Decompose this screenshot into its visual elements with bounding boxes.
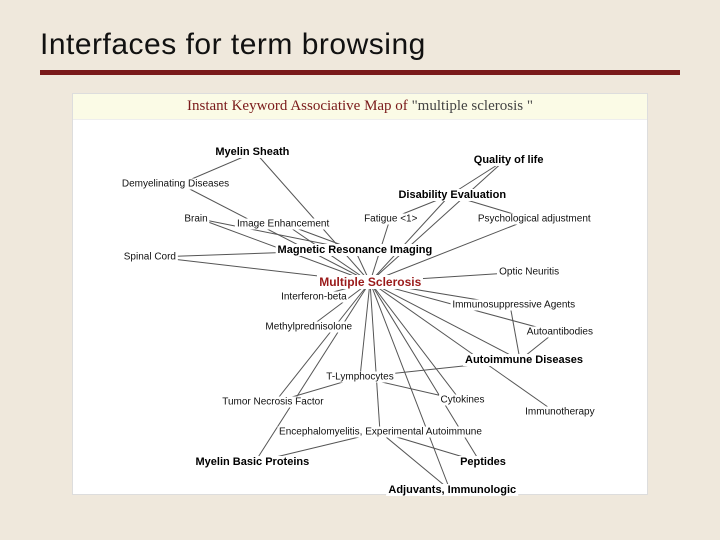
map-panel: Instant Keyword Associative Map of "mult… bbox=[72, 93, 648, 495]
edge bbox=[180, 184, 370, 282]
node-immuno-ag[interactable]: Immunosuppressive Agents bbox=[450, 300, 577, 311]
panel-heading-query: "multiple sclerosis " bbox=[412, 98, 533, 114]
title-rule bbox=[40, 70, 680, 75]
node-enceph[interactable]: Encephalomyelitis, Experimental Autoimmu… bbox=[277, 427, 484, 438]
node-autoimm[interactable]: Autoimmune Diseases bbox=[463, 354, 585, 366]
slide-title: Interfaces for term browsing bbox=[40, 28, 680, 62]
associative-map: Multiple Sclerosis Myelin Sheath Quality o… bbox=[73, 122, 647, 494]
node-psych[interactable]: Psychological adjustment bbox=[476, 214, 593, 225]
edge bbox=[510, 305, 520, 360]
edge bbox=[255, 152, 370, 282]
node-brain[interactable]: Brain bbox=[182, 214, 209, 225]
panel-heading: Instant Keyword Associative Map of "mult… bbox=[73, 94, 647, 120]
node-tnf[interactable]: Tumor Necrosis Factor bbox=[220, 396, 325, 407]
node-peptides[interactable]: Peptides bbox=[458, 456, 508, 468]
node-autoab[interactable]: Autoantibodies bbox=[525, 327, 595, 338]
edge bbox=[370, 282, 520, 360]
edge bbox=[370, 282, 450, 490]
edge bbox=[360, 282, 370, 377]
node-fatigue[interactable]: Fatigue <1> bbox=[362, 214, 419, 225]
node-demyel[interactable]: Demyelinating Diseases bbox=[120, 179, 231, 190]
node-mri[interactable]: Magnetic Resonance Imaging bbox=[276, 244, 435, 256]
node-spinal[interactable]: Spinal Cord bbox=[122, 252, 178, 263]
node-mbp[interactable]: Myelin Basic Proteins bbox=[194, 456, 312, 468]
node-ifnb[interactable]: Interferon-beta bbox=[279, 292, 349, 303]
node-myelin-sheath[interactable]: Myelin Sheath bbox=[213, 146, 291, 158]
node-quality[interactable]: Quality of life bbox=[472, 154, 546, 166]
node-image-enh[interactable]: Image Enhancement bbox=[235, 219, 331, 230]
node-tlymph[interactable]: T-Lymphocytes bbox=[324, 372, 395, 383]
node-cytokines[interactable]: Cytokines bbox=[439, 395, 487, 406]
edge bbox=[380, 432, 450, 490]
node-adjuvants[interactable]: Adjuvants, Immunologic bbox=[386, 484, 518, 496]
panel-heading-prefix: Instant Keyword Associative Map of bbox=[187, 98, 412, 114]
node-immunoth[interactable]: Immunotherapy bbox=[523, 406, 596, 417]
node-disability[interactable]: Disability Evaluation bbox=[396, 189, 508, 201]
node-center[interactable]: Multiple Sclerosis bbox=[317, 275, 423, 289]
node-methylp[interactable]: Methylprednisolone bbox=[263, 322, 354, 333]
node-optic[interactable]: Optic Neuritis bbox=[497, 267, 561, 278]
edge bbox=[370, 195, 450, 282]
